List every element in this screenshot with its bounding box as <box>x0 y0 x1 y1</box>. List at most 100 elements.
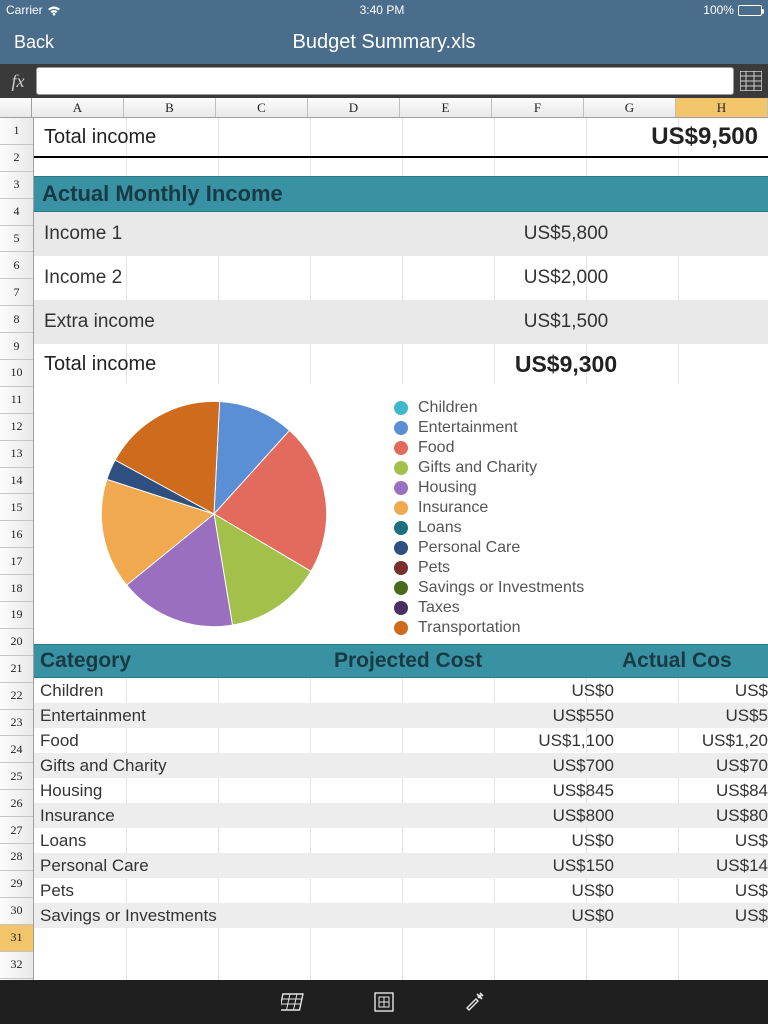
row-header[interactable]: 17 <box>0 548 33 575</box>
projected-cost: US$0 <box>340 906 628 926</box>
column-header[interactable]: F <box>492 98 584 117</box>
income-value: US$5,800 <box>374 223 758 245</box>
row-header[interactable]: 6 <box>0 252 33 279</box>
row-header[interactable]: 4 <box>0 199 33 226</box>
projected-cost: US$150 <box>340 856 628 876</box>
legend-item: Savings or Investments <box>394 578 768 598</box>
row-header[interactable]: 26 <box>0 790 33 817</box>
column-header[interactable]: G <box>584 98 676 117</box>
income-label: Extra income <box>44 311 374 333</box>
battery-icon <box>738 5 762 16</box>
legend-item: Personal Care <box>394 538 768 558</box>
row-header[interactable]: 10 <box>0 360 33 387</box>
row-header[interactable]: 13 <box>0 441 33 468</box>
select-all-corner[interactable] <box>0 98 32 117</box>
legend-swatch <box>394 561 408 575</box>
column-header[interactable]: E <box>400 98 492 117</box>
row-header[interactable]: 27 <box>0 817 33 844</box>
row-header[interactable]: 29 <box>0 871 33 898</box>
column-header[interactable]: C <box>216 98 308 117</box>
legend-item: Transportation <box>394 618 768 638</box>
row-header[interactable]: 19 <box>0 602 33 629</box>
tool-sheet-icon[interactable] <box>369 987 399 1017</box>
header-projected-cost: Projected Cost <box>334 649 622 673</box>
chart-area: ChildrenEntertainmentFoodGifts and Chari… <box>34 384 768 644</box>
actual-cost: US$ <box>628 881 768 901</box>
column-header[interactable]: H <box>676 98 768 117</box>
legend-swatch <box>394 501 408 515</box>
total-income-label: Total income <box>44 126 156 149</box>
legend-label: Entertainment <box>418 419 518 437</box>
category-row: Gifts and CharityUS$700US$70 <box>34 753 768 778</box>
projected-cost: US$845 <box>340 781 628 801</box>
category-name: Loans <box>40 831 340 851</box>
legend-swatch <box>394 421 408 435</box>
tool-settings-icon[interactable] <box>459 987 489 1017</box>
column-header[interactable]: A <box>32 98 124 117</box>
legend-swatch <box>394 581 408 595</box>
tool-format-icon[interactable] <box>279 987 309 1017</box>
projected-cost: US$1,100 <box>340 731 628 751</box>
income-value: US$1,500 <box>374 311 758 333</box>
cell-grid[interactable]: Total income US$9,500 Actual Monthly Inc… <box>34 118 768 980</box>
category-row: HousingUS$845US$84 <box>34 778 768 803</box>
column-header[interactable]: D <box>308 98 400 117</box>
row-header[interactable]: 11 <box>0 387 33 414</box>
row-header[interactable]: 18 <box>0 575 33 602</box>
row-header[interactable]: 12 <box>0 414 33 441</box>
row-header[interactable]: 14 <box>0 468 33 495</box>
spreadsheet[interactable]: ABCDEFGH 1234567891011121314151617181920… <box>0 98 768 980</box>
legend-label: Savings or Investments <box>418 579 584 597</box>
projected-cost: US$800 <box>340 806 628 826</box>
row-header[interactable]: 24 <box>0 736 33 763</box>
category-name: Gifts and Charity <box>40 756 340 776</box>
row-header[interactable]: 8 <box>0 306 33 333</box>
total-income-value: US$9,500 <box>651 123 758 151</box>
header-category: Category <box>34 649 334 673</box>
row-header[interactable]: 30 <box>0 898 33 925</box>
income-row: Income 2US$2,000 <box>34 256 768 300</box>
legend-swatch <box>394 441 408 455</box>
sheet-selector-icon[interactable] <box>738 68 764 94</box>
pie-chart <box>64 392 364 636</box>
projected-cost: US$0 <box>340 681 628 701</box>
formula-input[interactable] <box>36 67 734 95</box>
row-header[interactable]: 21 <box>0 656 33 683</box>
legend-label: Insurance <box>418 499 488 517</box>
row-header[interactable]: 25 <box>0 763 33 790</box>
actual-cost: US$1,20 <box>628 731 768 751</box>
column-header[interactable]: B <box>124 98 216 117</box>
category-row: InsuranceUS$800US$80 <box>34 803 768 828</box>
category-row: PetsUS$0US$ <box>34 878 768 903</box>
row-header[interactable]: 2 <box>0 145 33 172</box>
actual-cost: US$ <box>628 906 768 926</box>
row-header[interactable]: 20 <box>0 629 33 656</box>
legend-item: Pets <box>394 558 768 578</box>
legend-swatch <box>394 601 408 615</box>
row-header[interactable]: 22 <box>0 683 33 710</box>
row-header[interactable]: 3 <box>0 172 33 199</box>
legend-swatch <box>394 401 408 415</box>
row-header[interactable]: 7 <box>0 279 33 306</box>
legend-swatch <box>394 461 408 475</box>
row-header[interactable]: 5 <box>0 226 33 253</box>
row-header[interactable]: 16 <box>0 521 33 548</box>
row-header[interactable]: 1 <box>0 118 33 145</box>
category-name: Entertainment <box>40 706 340 726</box>
wifi-icon <box>47 5 61 15</box>
row-header[interactable]: 23 <box>0 710 33 737</box>
row-header[interactable]: 9 <box>0 333 33 360</box>
row-header[interactable]: 32 <box>0 952 33 979</box>
row-header[interactable]: 31 <box>0 925 33 952</box>
carrier-label: Carrier <box>6 3 43 17</box>
legend-label: Transportation <box>418 619 521 637</box>
row-header[interactable]: 15 <box>0 494 33 521</box>
legend-label: Gifts and Charity <box>418 459 537 477</box>
chart-legend: ChildrenEntertainmentFoodGifts and Chari… <box>364 392 768 636</box>
legend-swatch <box>394 481 408 495</box>
row-header[interactable]: 28 <box>0 844 33 871</box>
back-button[interactable]: Back <box>14 32 54 53</box>
blank-row <box>34 158 768 176</box>
column-headers: ABCDEFGH <box>0 98 768 118</box>
legend-item: Taxes <box>394 598 768 618</box>
